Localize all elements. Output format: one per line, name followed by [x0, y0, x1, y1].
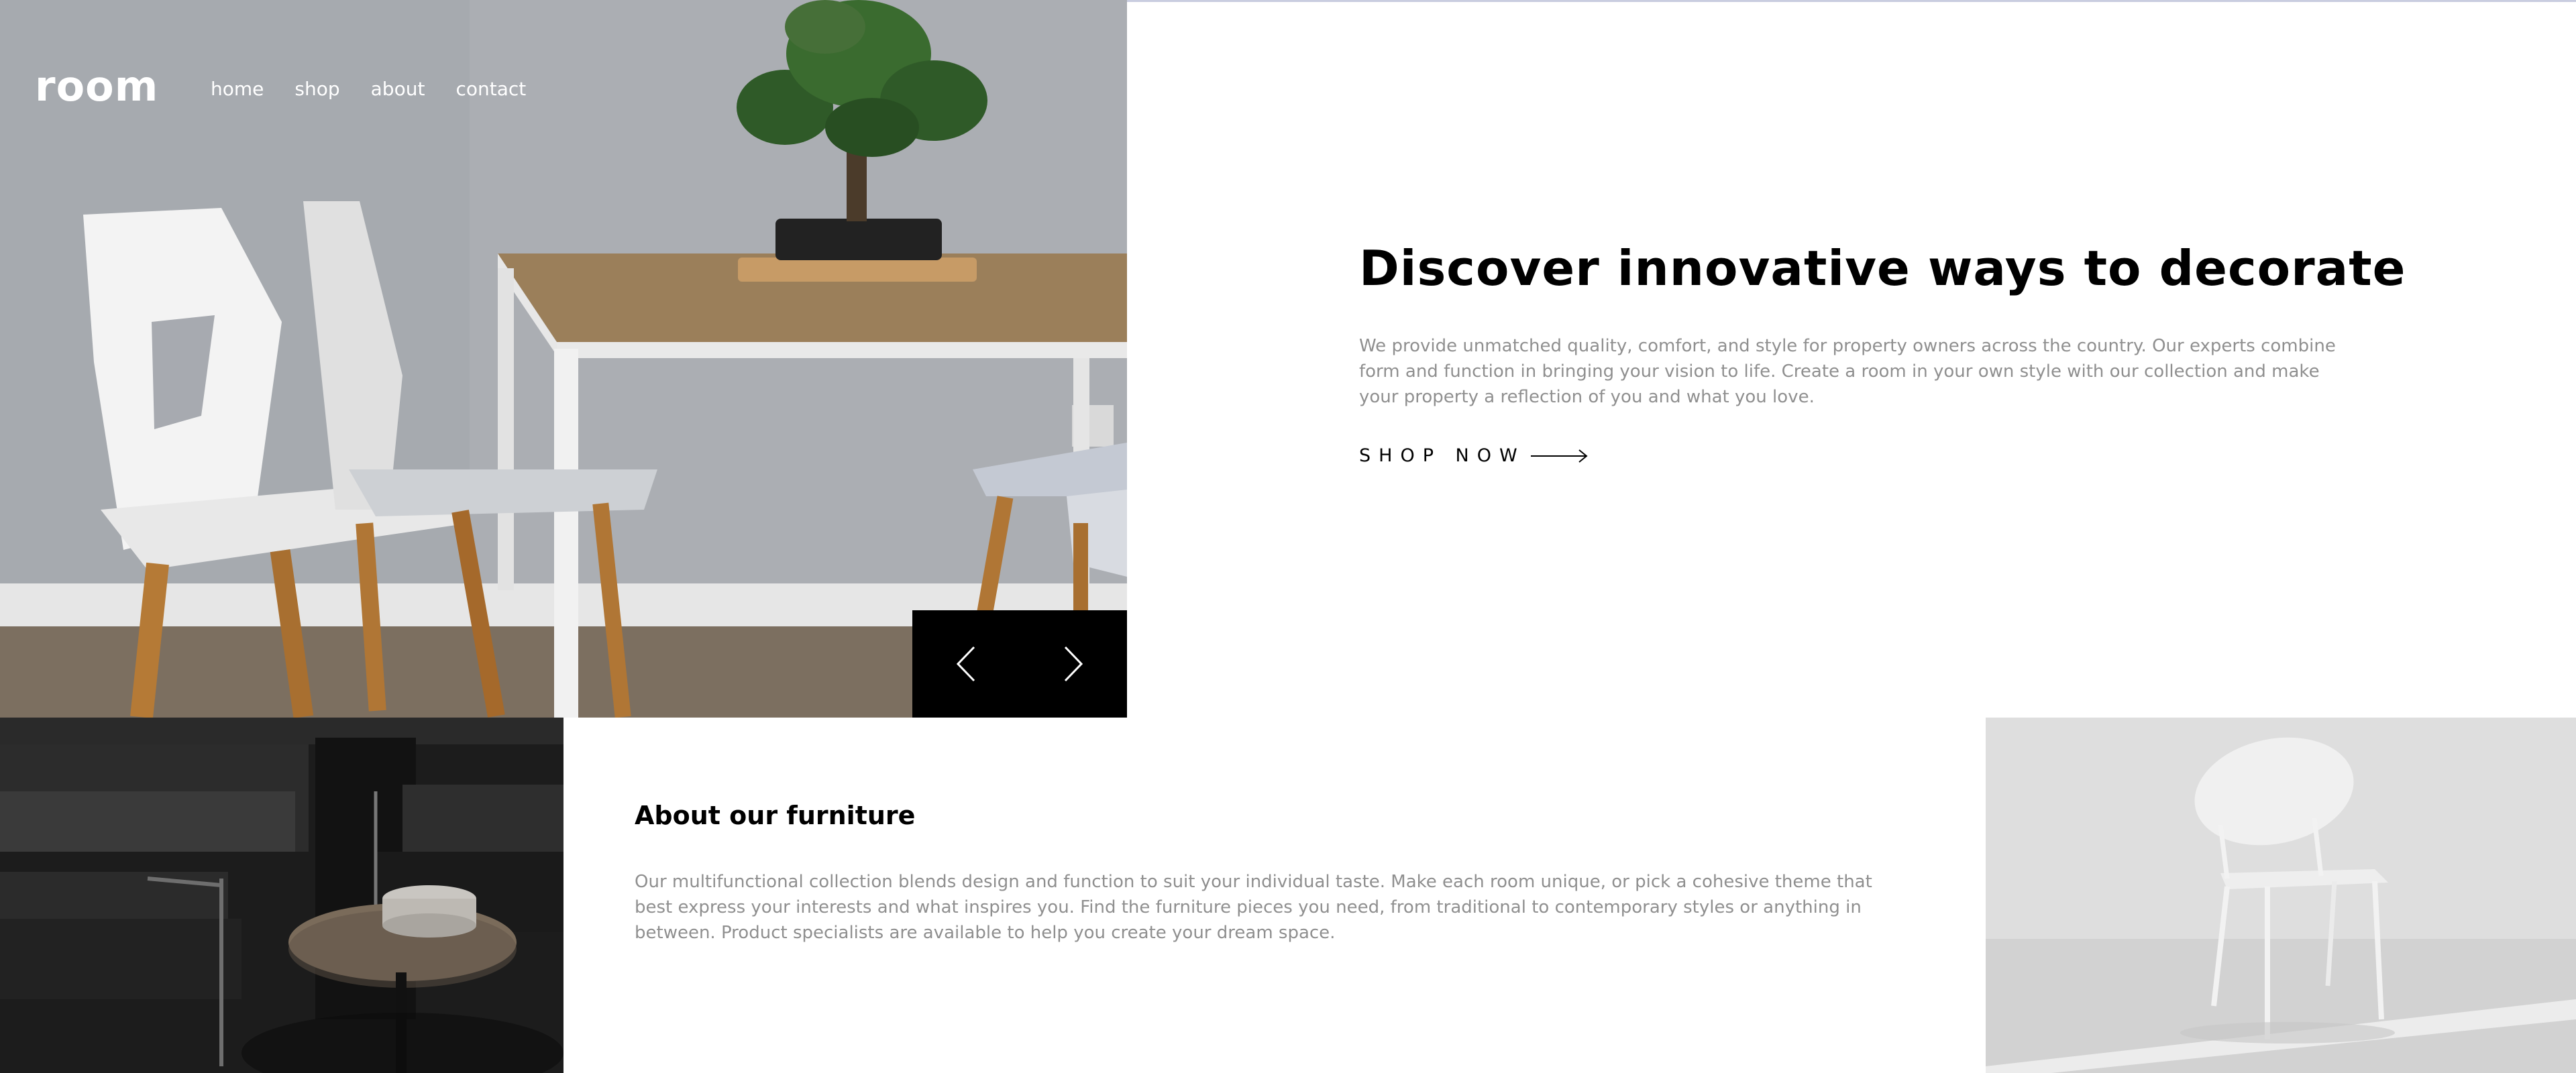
nav-about[interactable]: about [371, 78, 425, 100]
about-description: Our multifunctional collection blends de… [635, 872, 1872, 943]
chevron-right-icon [1064, 646, 1083, 682]
logo[interactable]: room [35, 62, 158, 111]
nav-shop[interactable]: shop [294, 78, 339, 100]
shop-now-label: SHOP NOW [1359, 445, 1525, 466]
chevron-left-icon [957, 646, 975, 682]
about-title: About our furniture [635, 801, 916, 830]
hero-title: Discover innovative ways to decorate [1359, 240, 2406, 296]
white-chair-photo [1986, 718, 2576, 1073]
about-image-dark-living-room [0, 718, 564, 1073]
slider-prev-button[interactable] [912, 610, 1020, 718]
nav-home[interactable]: home [211, 78, 264, 100]
shop-now-link[interactable]: SHOP NOW [1359, 445, 1589, 466]
slider-next-button[interactable] [1020, 610, 1127, 718]
main-nav: home shop about contact [211, 78, 557, 100]
nav-contact[interactable]: contact [455, 78, 526, 100]
dark-living-room-photo [0, 718, 564, 1073]
site-header: room home shop about contact [0, 0, 1127, 181]
arrow-right-icon [1530, 449, 1588, 463]
about-section: About our furniture Our multifunctional … [564, 718, 1986, 1073]
hero-description: We provide unmatched quality, comfort, a… [1359, 336, 2336, 407]
slider-controls [912, 610, 1127, 718]
about-image-white-chair [1986, 718, 2576, 1073]
